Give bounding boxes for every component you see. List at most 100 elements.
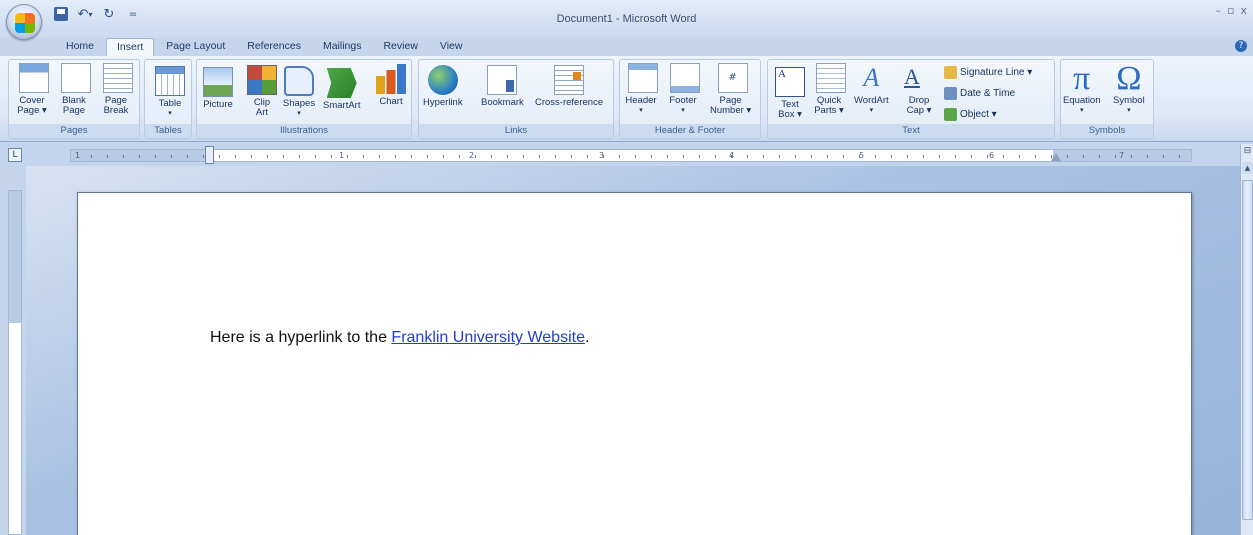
equation-button[interactable]: π Equation ▾ — [1063, 62, 1101, 115]
object-button[interactable]: Object ▾ — [944, 108, 997, 121]
header-icon — [628, 63, 658, 93]
drop-cap-button[interactable]: A Drop Cap ▾ — [904, 63, 934, 116]
window-title: Document1 - Microsoft Word — [556, 13, 697, 25]
header-button[interactable]: Header ▾ — [624, 63, 658, 114]
cross-reference-button[interactable]: Cross-reference — [535, 63, 603, 108]
chart-label: Chart — [379, 96, 403, 107]
picture-button[interactable]: Picture — [201, 63, 235, 110]
view-ruler-toggle-icon[interactable]: ⊟ — [1242, 146, 1253, 160]
ruler-tick — [507, 155, 508, 158]
cross-reference-icon — [554, 65, 585, 95]
ruler-tick — [107, 155, 108, 158]
ruler-tick — [843, 155, 844, 158]
drop-cap-icon: A — [904, 64, 920, 89]
ruler-tick — [267, 155, 268, 158]
restore-button[interactable]: ▫ — [1227, 4, 1234, 17]
ruler-tick — [427, 155, 428, 158]
tab-review[interactable]: Review — [373, 38, 427, 56]
footer-button[interactable]: Footer ▾ — [666, 63, 700, 114]
symbol-button[interactable]: Ω Symbol ▾ — [1113, 60, 1145, 115]
page-break-button[interactable]: Page Break — [99, 63, 133, 116]
scroll-up-arrow-icon[interactable]: ▲ — [1242, 162, 1253, 174]
ruler-tick — [555, 155, 556, 158]
tab-selector-button[interactable]: L — [8, 148, 22, 162]
cover-page-button[interactable]: Cover Page ▾ — [15, 63, 49, 116]
quick-parts-icon — [816, 63, 846, 93]
page-number-button[interactable]: # Page Number ▾ — [710, 63, 751, 116]
signature-line-label: Signature Line ▾ — [960, 67, 1033, 78]
wordart-button[interactable]: A WordArt ▾ — [854, 63, 889, 114]
quick-parts-button[interactable]: Quick Parts ▾ — [812, 63, 846, 116]
ruler-tick — [91, 155, 92, 158]
symbol-label: Symbol — [1113, 95, 1145, 106]
ruler-tick — [619, 155, 620, 158]
right-indent-marker[interactable] — [1051, 153, 1061, 161]
shapes-dropdown-icon: ▾ — [297, 109, 301, 117]
office-button[interactable] — [6, 4, 42, 40]
equation-label: Equation — [1063, 95, 1101, 106]
ruler-tick — [315, 155, 316, 158]
ruler-tick — [187, 155, 188, 158]
wordart-icon: A — [863, 63, 880, 92]
symbol-dropdown-icon: ▾ — [1127, 106, 1131, 114]
ruler-tick — [251, 155, 252, 158]
tab-view[interactable]: View — [430, 38, 473, 56]
chart-button[interactable]: Chart — [375, 63, 407, 107]
document-area: Here is a hyperlink to the Franklin Univ… — [26, 166, 1240, 535]
date-time-button[interactable]: Date & Time — [944, 87, 1015, 100]
group-label-symbols: Symbols — [1061, 124, 1153, 138]
tab-mailings[interactable]: Mailings — [313, 38, 372, 56]
left-indent-marker[interactable] — [205, 146, 214, 164]
ruler-tick — [347, 155, 348, 158]
ruler-tick — [587, 155, 588, 158]
franklin-university-hyperlink[interactable]: Franklin University Website — [391, 329, 585, 346]
close-button[interactable]: x — [1240, 4, 1247, 17]
document-paragraph[interactable]: Here is a hyperlink to the Franklin Univ… — [210, 329, 589, 347]
ruler-tick — [715, 155, 716, 158]
object-label: Object ▾ — [960, 109, 997, 120]
group-links: Hyperlink Bookmark Cross-reference Links — [418, 59, 614, 139]
ruler-tick — [1131, 155, 1132, 158]
vertical-ruler[interactable] — [8, 190, 22, 535]
tab-home[interactable]: Home — [56, 38, 104, 56]
signature-line-button[interactable]: Signature Line ▾ — [944, 66, 1032, 79]
help-icon[interactable]: ? — [1235, 40, 1247, 52]
ruler-tick — [1163, 155, 1164, 158]
ruler-tick — [667, 155, 668, 158]
horizontal-ruler[interactable]: 1 1 2 3 4 5 6 7 — [70, 146, 1192, 164]
smartart-icon — [326, 68, 357, 98]
ruler-tick — [1115, 155, 1116, 158]
object-icon — [944, 108, 957, 121]
bookmark-button[interactable]: Bookmark — [481, 63, 524, 108]
tab-references[interactable]: References — [237, 38, 311, 56]
scrollbar-thumb[interactable] — [1242, 180, 1253, 520]
shapes-button[interactable]: Shapes ▾ — [281, 63, 317, 117]
hyperlink-globe-icon — [427, 65, 458, 95]
blank-page-button[interactable]: Blank Page — [57, 63, 91, 116]
vertical-ruler-top-margin — [9, 191, 21, 323]
ruler-tick — [1035, 155, 1036, 158]
group-pages: Cover Page ▾ Blank Page Page Break Pages — [8, 59, 140, 139]
shapes-label: Shapes — [282, 98, 316, 109]
ruler-tick — [1019, 155, 1020, 158]
table-button[interactable]: Table ▾ — [153, 63, 187, 117]
text-box-button[interactable]: A Text Box ▾ — [772, 63, 808, 120]
tab-insert[interactable]: Insert — [106, 38, 155, 56]
page-number-label: Page Number ▾ — [710, 95, 752, 116]
hyperlink-button[interactable]: Hyperlink — [423, 63, 463, 108]
smartart-label: SmartArt — [323, 100, 361, 111]
vertical-scrollbar[interactable]: ⊟ ▲ — [1240, 144, 1253, 535]
smartart-button[interactable]: SmartArt — [323, 63, 360, 111]
tab-page-layout[interactable]: Page Layout — [156, 38, 235, 56]
symbol-omega-icon: Ω — [1116, 60, 1142, 97]
ruler-tick — [411, 155, 412, 158]
minimize-button[interactable]: – — [1216, 4, 1222, 17]
clip-art-button[interactable]: Clip Art — [245, 63, 279, 118]
blank-page-label: Blank Page — [62, 95, 86, 116]
ruler-tick — [603, 155, 604, 158]
document-page[interactable]: Here is a hyperlink to the Franklin Univ… — [77, 192, 1192, 535]
cross-reference-label: Cross-reference — [535, 97, 604, 108]
ruler-tick — [331, 155, 332, 158]
ruler-tick — [123, 155, 124, 158]
group-header-footer: Header ▾ Footer ▾ # Page Number ▾ Header… — [619, 59, 761, 139]
